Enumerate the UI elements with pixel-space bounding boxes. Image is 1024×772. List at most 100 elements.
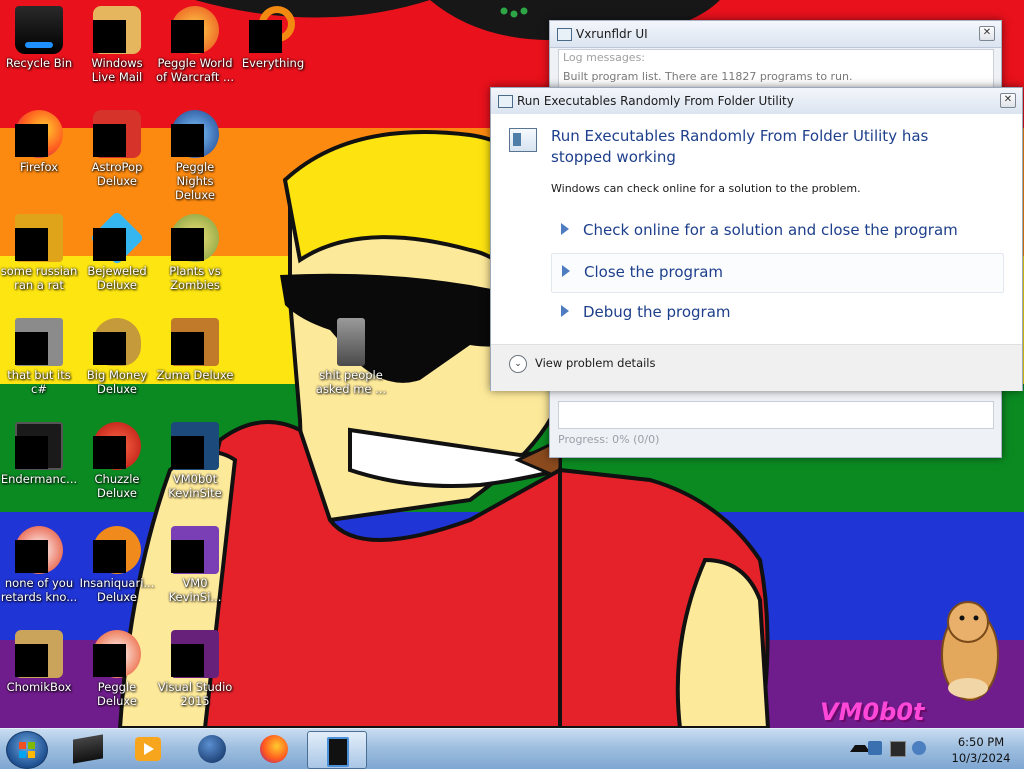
desktop-icon-chomikbox[interactable]: ChomikBox bbox=[0, 630, 78, 694]
plant-icon bbox=[171, 214, 219, 262]
taskbar-item-firefox[interactable] bbox=[246, 731, 304, 767]
arrow-right-icon bbox=[561, 223, 569, 235]
start-button[interactable] bbox=[6, 731, 48, 769]
windows-logo-icon bbox=[19, 742, 35, 758]
desktop-icon-label: Zuma Deluxe bbox=[156, 368, 234, 382]
clock[interactable]: 6:50 PM 10/3/2024 bbox=[946, 734, 1016, 766]
dialog-footer: ⌄ View problem details bbox=[491, 344, 1022, 391]
terminal-icon bbox=[15, 422, 63, 470]
volume-icon[interactable] bbox=[912, 741, 926, 755]
system-tray: 6:50 PM 10/3/2024 bbox=[842, 729, 1024, 769]
arrow-right-icon bbox=[561, 305, 569, 317]
log-placeholder: Log messages: bbox=[563, 51, 646, 64]
output-box bbox=[558, 401, 994, 429]
desktop-icon-zuma[interactable]: Zuma Deluxe bbox=[156, 318, 234, 382]
visual-studio-icon bbox=[171, 422, 219, 470]
desktop-icon-that-but-its-csharp[interactable]: that but its c# bbox=[0, 318, 78, 396]
gem-icon bbox=[89, 210, 145, 266]
desktop-icon-label: Bejeweled Deluxe bbox=[87, 264, 147, 292]
folder-icon bbox=[327, 318, 375, 366]
dialog-subtext: Windows can check online for a solution … bbox=[551, 182, 861, 195]
taskbar-item-vxrunfldr[interactable] bbox=[307, 731, 367, 769]
close-button[interactable]: ✕ bbox=[1000, 93, 1016, 108]
globe-icon bbox=[198, 735, 226, 763]
desktop-icon-recycle-bin[interactable]: Recycle Bin bbox=[0, 6, 78, 70]
desktop-icon-label: ChomikBox bbox=[6, 680, 72, 694]
crash-dialog[interactable]: Run Executables Randomly From Folder Uti… bbox=[490, 87, 1023, 391]
desktop-icon-visual-studio-2015[interactable]: Visual Studio 2015 bbox=[156, 630, 234, 708]
desktop-icon-peggle-deluxe[interactable]: Peggle Deluxe bbox=[78, 630, 156, 708]
app-icon bbox=[15, 526, 63, 574]
chomikbox-icon bbox=[15, 630, 63, 678]
desktop-icon-vm0b0t-kevinsite[interactable]: VM0b0t KevinSite bbox=[156, 422, 234, 500]
desktop-icon-big-money[interactable]: Big Money Deluxe bbox=[78, 318, 156, 396]
taskbar-item-globe[interactable] bbox=[184, 731, 242, 767]
clock-time: 6:50 PM bbox=[957, 735, 1005, 749]
zuma-icon bbox=[171, 318, 219, 366]
chuzzle-icon bbox=[93, 422, 141, 470]
dialog-title: Run Executables Randomly From Folder Uti… bbox=[517, 94, 794, 108]
vxrunfldr-titlebar[interactable]: Vxrunfldr UI ✕ bbox=[550, 21, 1001, 48]
clock-date: 10/3/2024 bbox=[951, 751, 1011, 765]
option-check-online[interactable]: Check online for a solution and close th… bbox=[551, 212, 1002, 250]
firefox-icon bbox=[260, 735, 288, 763]
desktop-icon-insaniquarium[interactable]: Insaniquari... Deluxe bbox=[78, 526, 156, 604]
desktop-icon-label: Windows Live Mail bbox=[91, 56, 143, 84]
desktop-icon-label: Peggle Nights Deluxe bbox=[175, 160, 215, 202]
dialog-heading: Run Executables Randomly From Folder Uti… bbox=[551, 127, 929, 166]
desktop-icon-vm0-kevinsite[interactable]: VM0 KevinSi... bbox=[156, 526, 234, 604]
folder-icon bbox=[15, 318, 63, 366]
money-bag-icon bbox=[93, 318, 141, 366]
shield-icon[interactable] bbox=[868, 741, 882, 755]
hamster-mascot bbox=[941, 601, 999, 701]
desktop-icon-label: VM0 KevinSi... bbox=[168, 576, 222, 604]
program-icon bbox=[509, 128, 537, 152]
progress-text: Progress: 0% (0/0) bbox=[558, 433, 660, 446]
show-hidden-icons-icon[interactable] bbox=[850, 745, 870, 752]
peggle-icon bbox=[93, 630, 141, 678]
desktop-icon-plants-vs-zombies[interactable]: Plants vs Zombies bbox=[156, 214, 234, 292]
close-button[interactable]: ✕ bbox=[979, 26, 995, 41]
desktop-icon-label: Insaniquari... Deluxe bbox=[79, 576, 155, 604]
desktop-icon-everything[interactable]: Everything bbox=[234, 6, 312, 70]
desktop-icon-label: Endermanc... bbox=[0, 472, 78, 486]
view-problem-details[interactable]: View problem details bbox=[535, 356, 656, 370]
desktop-icon-firefox[interactable]: Firefox bbox=[0, 110, 78, 174]
game-icon bbox=[93, 110, 141, 158]
mail-icon bbox=[93, 6, 141, 54]
taskbar-item-app[interactable] bbox=[60, 731, 118, 767]
search-icon bbox=[249, 6, 297, 54]
desktop-icon-chuzzle[interactable]: Chuzzle Deluxe bbox=[78, 422, 156, 500]
app-window-icon bbox=[557, 28, 572, 41]
firefox-icon bbox=[15, 110, 63, 158]
desktop-icon-bejeweled[interactable]: Bejeweled Deluxe bbox=[78, 210, 156, 292]
dialog-body: Run Executables Randomly From Folder Uti… bbox=[491, 114, 1022, 344]
log-line: Built program list. There are 11827 prog… bbox=[563, 70, 853, 83]
crash-dialog-titlebar[interactable]: Run Executables Randomly From Folder Uti… bbox=[491, 88, 1022, 115]
window-title: Vxrunfldr UI bbox=[576, 27, 648, 41]
desktop-icon-label: Plants vs Zombies bbox=[169, 264, 221, 292]
desktop-icon-peggle-wow[interactable]: Peggle World of Warcraft ... bbox=[156, 6, 234, 84]
desktop-icon-label: Peggle World of Warcraft ... bbox=[156, 56, 234, 84]
desktop-icon-label: Chuzzle Deluxe bbox=[94, 472, 140, 500]
desktop-icon-astropop[interactable]: AstroPop Deluxe bbox=[78, 110, 156, 188]
desktop-icon-none-of-you[interactable]: none of you retards kno... bbox=[0, 526, 78, 604]
option-close-program[interactable]: Close the program bbox=[551, 253, 1004, 293]
desktop-icon-endermanch[interactable]: Endermanc... bbox=[0, 422, 78, 486]
desktop-icon-shit-people-asked[interactable]: shit people asked me ... bbox=[312, 318, 390, 396]
network-icon[interactable] bbox=[890, 741, 906, 757]
arrow-right-icon bbox=[562, 265, 570, 277]
desktop-icon-windows-live-mail[interactable]: Windows Live Mail bbox=[78, 6, 156, 84]
option-debug-program[interactable]: Debug the program bbox=[551, 294, 1002, 332]
chevron-down-icon[interactable]: ⌄ bbox=[509, 355, 527, 373]
app-icon bbox=[73, 734, 103, 764]
desktop-icon-some-russian[interactable]: some russian ran a rat bbox=[0, 214, 78, 292]
taskbar-item-media-player[interactable] bbox=[120, 731, 178, 767]
recycle-bin-icon bbox=[15, 6, 63, 54]
desktop-icon-label: that but its c# bbox=[7, 368, 71, 396]
app-icon bbox=[15, 214, 63, 262]
desktop-icon-peggle-nights[interactable]: Peggle Nights Deluxe bbox=[156, 110, 234, 202]
desktop-icon-label: AstroPop Deluxe bbox=[91, 160, 143, 188]
option-label: Close the program bbox=[584, 263, 724, 281]
desktop-icon-label: Peggle Deluxe bbox=[97, 680, 137, 708]
